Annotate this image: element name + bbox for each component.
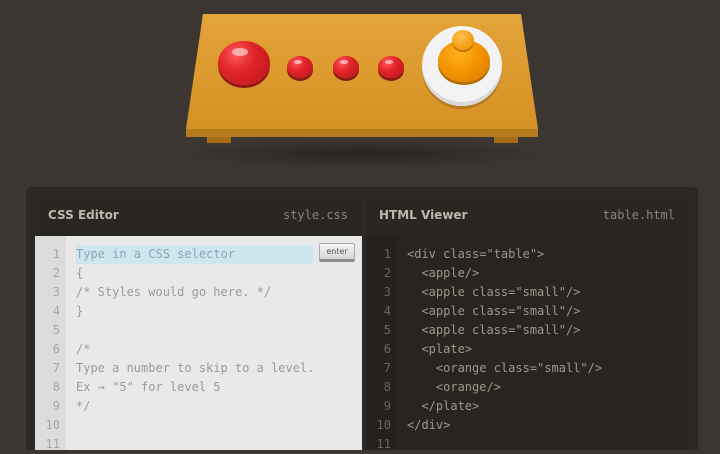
line-number: 2 xyxy=(52,266,60,280)
line-number: 9 xyxy=(383,399,391,413)
line-number: 6 xyxy=(52,342,60,356)
table-edge xyxy=(186,129,538,137)
table-shadow xyxy=(178,140,548,168)
markup-line[interactable]: 7 <orange class="small"/> xyxy=(366,359,689,378)
line-number: 11 xyxy=(376,437,391,451)
apple-small[interactable] xyxy=(287,56,313,78)
markup-text: <apple class="small"/> xyxy=(407,323,581,337)
markup-line[interactable]: 4 <apple class="small"/> xyxy=(366,302,689,321)
code-line: 4} xyxy=(35,302,362,321)
code-text: /* xyxy=(76,342,91,356)
code-line: 10 xyxy=(35,416,362,435)
markup-line[interactable]: 6 <plate> xyxy=(366,340,689,359)
code-text: /* Styles would go here. */ xyxy=(76,285,272,299)
code-text: Type a number to skip to a level. xyxy=(76,361,315,375)
code-line: 9 */ xyxy=(35,397,362,416)
markup-text: <plate> xyxy=(407,342,473,356)
line-number: 1 xyxy=(52,247,60,261)
apple-shine xyxy=(232,48,248,56)
apple-small[interactable] xyxy=(378,56,404,78)
line-number: 7 xyxy=(52,361,60,375)
css-filename: style.css xyxy=(282,208,348,222)
code-text: Ex → "5" for level 5 xyxy=(76,380,221,394)
code-line: 11 xyxy=(35,435,362,454)
markup-text: </div> xyxy=(407,418,451,432)
code-line: 7 Type a number to skip to a level. xyxy=(35,359,362,378)
line-number: 10 xyxy=(45,418,60,432)
code-text: */ xyxy=(76,399,91,413)
apple-small[interactable] xyxy=(333,56,359,78)
line-number: 1 xyxy=(383,247,391,261)
line-number: 11 xyxy=(45,437,60,451)
line-number: 8 xyxy=(383,380,391,394)
line-number: 3 xyxy=(383,285,391,299)
line-number: 5 xyxy=(383,323,391,337)
line-number: 7 xyxy=(383,361,391,375)
markup-text: <orange/> xyxy=(407,380,501,394)
html-filename: table.html xyxy=(602,208,675,222)
markup-text: <apple class="small"/> xyxy=(407,304,581,318)
line-number: 3 xyxy=(52,285,60,299)
html-viewer-body: 1 <div class="table"> 2 <apple/> 3 <apple… xyxy=(366,236,689,451)
line-number: 5 xyxy=(52,323,60,337)
apple-shine xyxy=(340,60,348,64)
line-number: 10 xyxy=(376,418,391,432)
css-editor-header: CSS Editor style.css xyxy=(35,196,362,236)
line-number: 2 xyxy=(383,266,391,280)
markup-text: </plate> xyxy=(407,399,480,413)
markup-line[interactable]: 8 <orange/> xyxy=(366,378,689,397)
line-number: 8 xyxy=(52,380,60,394)
markup-line[interactable]: 3 <apple class="small"/> xyxy=(366,283,689,302)
markup-text: <orange class="small"/> xyxy=(407,361,603,375)
editor-panel: CSS Editor style.css enter 1 2{ 3/* Styl… xyxy=(26,187,698,451)
markup-line[interactable]: 10 </div> xyxy=(366,416,689,435)
apple-shine xyxy=(294,60,302,64)
markup-line[interactable]: 11 xyxy=(366,435,689,454)
table-scene xyxy=(0,0,720,185)
code-line: 2{ xyxy=(35,264,362,283)
markup-line[interactable]: 5 <apple class="small"/> xyxy=(366,321,689,340)
code-line: 5 xyxy=(35,321,362,340)
css-editor-body: enter 1 2{ 3/* Styles would go here. */ … xyxy=(35,236,362,451)
markup-text: <div class="table"> xyxy=(407,247,545,261)
apple[interactable] xyxy=(218,41,270,85)
css-editor-title: CSS Editor xyxy=(48,208,119,222)
html-viewer-title: HTML Viewer xyxy=(379,208,468,222)
html-viewer-header: HTML Viewer table.html xyxy=(366,196,689,236)
code-line: 1 xyxy=(35,245,362,264)
orange-small[interactable] xyxy=(452,30,474,50)
code-line: 3 /* Styles would go here. */ xyxy=(35,283,362,302)
line-number: 4 xyxy=(383,304,391,318)
html-viewer: HTML Viewer table.html 1 <div class="tabl… xyxy=(366,196,689,451)
line-number: 6 xyxy=(383,342,391,356)
markup-line[interactable]: 1 <div class="table"> xyxy=(366,245,689,264)
line-number: 4 xyxy=(52,304,60,318)
code-text: { xyxy=(76,266,84,280)
code-line: 8 Ex → "5" for level 5 xyxy=(35,378,362,397)
markup-line[interactable]: 2 <apple/> xyxy=(366,264,689,283)
markup-text: <apple/> xyxy=(407,266,480,280)
code-text: } xyxy=(76,304,84,318)
code-line: 6 /* xyxy=(35,340,362,359)
css-editor: CSS Editor style.css enter 1 2{ 3/* Styl… xyxy=(35,196,362,451)
markup-text: <apple class="small"/> xyxy=(407,285,581,299)
apple-shine xyxy=(385,60,393,64)
markup-line[interactable]: 9 </plate> xyxy=(366,397,689,416)
line-number: 9 xyxy=(52,399,60,413)
